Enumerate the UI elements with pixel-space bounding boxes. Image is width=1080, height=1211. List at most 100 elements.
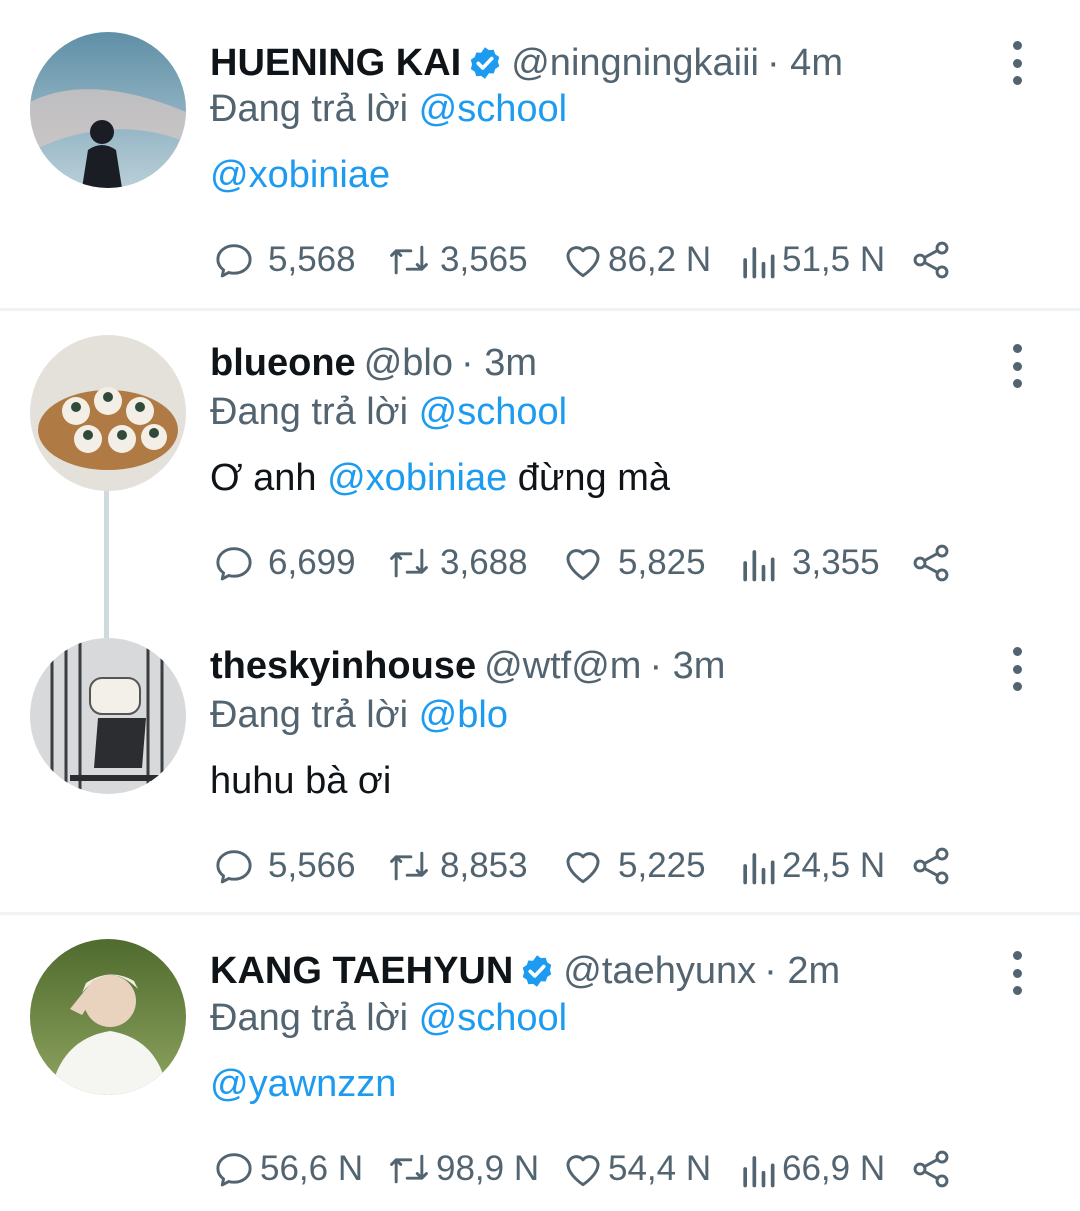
more-vertical-icon[interactable]: [1000, 951, 1034, 995]
body-text-end: đừng mà: [507, 457, 670, 499]
reply-icon: [216, 1153, 252, 1187]
timestamp: · 2m: [764, 949, 841, 992]
avatar-blueone[interactable]: [30, 335, 186, 491]
reply-prefix: Đang trả lời: [210, 391, 409, 433]
reply-prefix: Đang trả lời: [210, 997, 409, 1039]
timestamp: · 4m: [766, 41, 843, 84]
like-count: 54,4 N: [608, 1149, 712, 1188]
reply-icon: [216, 850, 252, 884]
views-count: 3,355: [792, 543, 880, 582]
like-button[interactable]: 54,4 N: [560, 1147, 711, 1191]
avatar-huening-kai[interactable]: [30, 32, 186, 188]
timestamp: · 3m: [460, 341, 537, 384]
like-count: 5,825: [618, 543, 706, 582]
display-name[interactable]: HUENING KAI: [210, 42, 461, 85]
body-mention[interactable]: @xobiniae: [210, 154, 390, 196]
reply-to-mention[interactable]: @school: [419, 997, 567, 1039]
retweet-count: 98,9 N: [436, 1149, 540, 1188]
display-name[interactable]: blueone: [210, 342, 356, 385]
reply-button[interactable]: 5,568: [212, 238, 356, 282]
share-icon: [913, 241, 949, 279]
verified-badge-icon: [467, 45, 503, 81]
retweet-icon: [390, 245, 428, 275]
views-icon: [743, 247, 775, 279]
tweet-2[interactable]: blueone @blo · 3m Đang trả lời @school Ơ…: [0, 311, 1080, 611]
like-count: 86,2 N: [608, 240, 712, 279]
reply-context: Đang trả lời @school: [210, 997, 567, 1040]
verified-badge-icon: [519, 953, 555, 989]
more-vertical-icon[interactable]: [1000, 41, 1034, 85]
share-button[interactable]: [908, 844, 954, 888]
share-button[interactable]: [908, 1147, 954, 1191]
tweet-text: huhu bà ơi: [210, 760, 391, 803]
reply-context: Đang trả lời @school: [210, 88, 567, 131]
reply-count: 5,566: [268, 846, 356, 885]
retweet-count: 3,565: [440, 240, 528, 279]
retweet-icon: [390, 851, 428, 881]
views-icon: [743, 853, 775, 885]
reply-to-mention[interactable]: @blo: [419, 694, 508, 736]
handle[interactable]: @ningningkaiii: [511, 42, 759, 85]
retweet-count: 3,688: [440, 543, 528, 582]
like-icon: [566, 852, 600, 884]
tweet-header: theskyinhouse @wtf@m · 3m: [210, 641, 725, 691]
like-count: 5,225: [618, 846, 706, 885]
share-button[interactable]: [908, 238, 954, 282]
share-icon: [913, 544, 949, 582]
retweet-icon: [390, 1154, 428, 1184]
share-button[interactable]: [908, 541, 954, 585]
views-count: 51,5 N: [782, 240, 886, 279]
views-count: 66,9 N: [782, 1149, 886, 1188]
handle[interactable]: @blo: [364, 342, 453, 385]
body-mention[interactable]: @xobiniae: [327, 457, 507, 499]
more-vertical-icon[interactable]: [1000, 647, 1034, 691]
display-name[interactable]: theskyinhouse: [210, 645, 476, 688]
views-button[interactable]: 24,5 N: [738, 844, 885, 888]
like-button[interactable]: 5,825: [560, 541, 706, 585]
reply-to-mention[interactable]: @school: [419, 88, 567, 130]
reply-button[interactable]: 6,699: [212, 541, 356, 585]
views-icon: [743, 550, 775, 582]
retweet-button[interactable]: 98,9 N: [384, 1147, 539, 1191]
retweet-icon: [390, 548, 428, 578]
tweet-4[interactable]: KANG TAEHYUN @taehyunx · 2m Đang trả lời…: [0, 915, 1080, 1211]
views-button[interactable]: 3,355: [738, 541, 880, 585]
reply-to-mention[interactable]: @school: [419, 391, 567, 433]
reply-context: Đang trả lời @school: [210, 391, 567, 434]
views-button[interactable]: 66,9 N: [738, 1147, 885, 1191]
tweet-text: Ơ anh @xobiniae đừng mà: [210, 457, 670, 500]
reply-button[interactable]: 5,566: [212, 844, 356, 888]
reply-count: 56,6 N: [260, 1149, 364, 1188]
body-mention[interactable]: @yawnzzn: [210, 1063, 396, 1105]
like-button[interactable]: 86,2 N: [560, 238, 711, 282]
body-text: Ơ anh: [210, 457, 328, 499]
display-name[interactable]: KANG TAEHYUN: [210, 950, 513, 993]
share-icon: [913, 847, 949, 885]
retweet-count: 8,853: [440, 846, 528, 885]
views-button[interactable]: 51,5 N: [738, 238, 885, 282]
avatar-kang-taehyun[interactable]: [30, 939, 186, 1095]
tweet-header: KANG TAEHYUN @taehyunx · 2m: [210, 946, 840, 996]
like-icon: [566, 1155, 600, 1187]
reply-button[interactable]: 56,6 N: [212, 1147, 363, 1191]
retweet-button[interactable]: 3,688: [384, 541, 528, 585]
tweet-text: @yawnzzn: [210, 1063, 396, 1106]
reply-context: Đang trả lời @blo: [210, 694, 508, 737]
more-vertical-icon[interactable]: [1000, 344, 1034, 388]
reply-count: 6,699: [268, 543, 356, 582]
reply-prefix: Đang trả lời: [210, 88, 409, 130]
tweet-3[interactable]: theskyinhouse @wtf@m · 3m Đang trả lời @…: [0, 614, 1080, 912]
tweet-1[interactable]: HUENING KAI @ningningkaiii · 4m Đang trả…: [0, 0, 1080, 308]
retweet-button[interactable]: 8,853: [384, 844, 528, 888]
tweet-header: HUENING KAI @ningningkaiii · 4m: [210, 38, 843, 88]
views-icon: [743, 1156, 775, 1188]
handle[interactable]: @taehyunx: [563, 950, 756, 993]
like-button[interactable]: 5,225: [560, 844, 706, 888]
like-icon: [566, 549, 600, 581]
reply-count: 5,568: [268, 240, 356, 279]
avatar-theskyinhouse[interactable]: [30, 638, 186, 794]
retweet-button[interactable]: 3,565: [384, 238, 528, 282]
handle[interactable]: @wtf@m: [484, 645, 641, 688]
timestamp: · 3m: [649, 644, 726, 687]
body-text: huhu bà ơi: [210, 760, 392, 802]
